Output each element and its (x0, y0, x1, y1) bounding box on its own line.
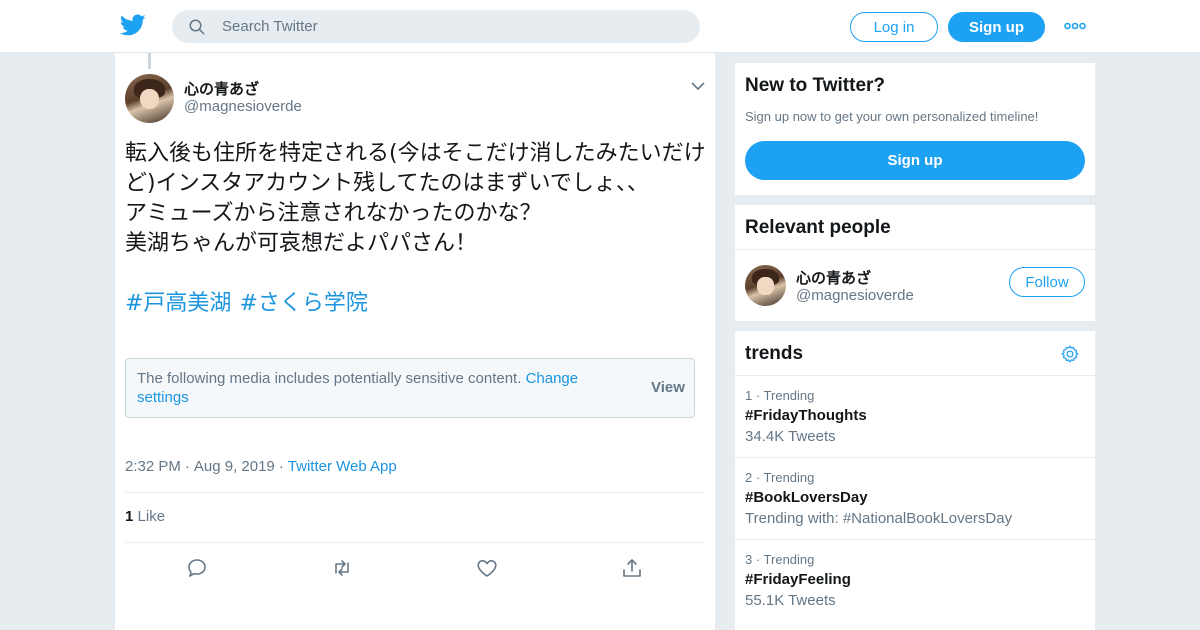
avatar[interactable] (125, 74, 174, 123)
signup-button[interactable]: Sign up (948, 12, 1045, 42)
share-icon[interactable] (620, 556, 644, 580)
sidebar-signup-button[interactable]: Sign up (745, 141, 1085, 180)
trend-item[interactable]: 1 · Trending #FridayThoughts 34.4K Tweet… (735, 375, 1095, 457)
new-to-twitter-title: New to Twitter? (745, 75, 886, 96)
author-name[interactable]: 心の青あざ (184, 78, 259, 99)
retweet-icon[interactable] (330, 556, 354, 580)
person-handle[interactable]: @magnesioverde (796, 287, 914, 304)
tweet-date[interactable]: Aug 9, 2019 (194, 458, 275, 475)
new-to-twitter-subtitle: Sign up now to get your own personalized… (745, 109, 1039, 124)
gear-icon[interactable] (1060, 344, 1080, 364)
person-name[interactable]: 心の青あざ (796, 267, 871, 288)
tweet-hashtags: #戸高美湖 #さくら学院 (125, 289, 376, 319)
search-bar[interactable] (172, 10, 700, 43)
trend-volume: Trending with: #NationalBookLoversDay (745, 510, 1013, 527)
trend-rank: 1 · Trending (745, 388, 815, 403)
avatar[interactable] (745, 265, 786, 306)
trend-rank: 2 · Trending (745, 470, 815, 485)
hashtag-link[interactable]: #さくら学院 (239, 291, 367, 316)
like-icon[interactable] (475, 556, 499, 580)
follow-button[interactable]: Follow (1009, 267, 1085, 297)
divider (125, 542, 705, 543)
view-button[interactable]: View (651, 379, 685, 396)
chevron-down-icon[interactable] (691, 81, 705, 91)
tweet-metadata: 2:32 PM · Aug 9, 2019 · Twitter Web App (125, 458, 397, 475)
twitter-bird-icon[interactable] (120, 12, 146, 38)
divider (735, 249, 1095, 250)
tweet-card: 心の青あざ @magnesioverde 転入後も住所を特定される(今はそこだけ… (115, 53, 715, 630)
more-icon[interactable] (1064, 20, 1086, 32)
tweet-time[interactable]: 2:32 PM (125, 458, 181, 475)
relevant-people-title: Relevant people (745, 217, 891, 238)
relevant-people-card: Relevant people 心の青あざ @magnesioverde Fol… (735, 205, 1095, 321)
hashtag-link[interactable]: #戸高美湖 (125, 291, 231, 316)
search-input[interactable] (222, 10, 682, 43)
sensitive-media-notice: The following media includes potentially… (125, 358, 695, 418)
thread-line (148, 53, 151, 69)
trend-volume: 55.1K Tweets (745, 592, 836, 609)
reply-icon[interactable] (185, 556, 209, 580)
trend-hashtag[interactable]: #FridayThoughts (745, 407, 867, 424)
tweet-source-link[interactable]: Twitter Web App (288, 458, 397, 475)
trend-item[interactable]: 3 · Trending #FridayFeeling 55.1K Tweets (735, 539, 1095, 621)
like-stats[interactable]: 1 Like (125, 508, 165, 525)
top-nav-bar: Log in Sign up (0, 0, 1200, 53)
trends-card: trends 1 · Trending #FridayThoughts 34.4… (735, 331, 1095, 630)
divider (125, 492, 705, 493)
author-handle[interactable]: @magnesioverde (184, 98, 302, 115)
trend-item[interactable]: 2 · Trending #BookLoversDay Trending wit… (735, 457, 1095, 539)
new-to-twitter-card: New to Twitter? Sign up now to get your … (735, 63, 1095, 195)
tweet-text: 転入後も住所を特定される(今はそこだけ消したみたいだけど)インスタアカウント残し… (125, 141, 706, 256)
sensitive-notice-text: The following media includes potentially… (137, 370, 579, 406)
trend-volume: 34.4K Tweets (745, 428, 836, 445)
trends-title: trends (745, 343, 804, 364)
trend-hashtag[interactable]: #FridayFeeling (745, 571, 851, 588)
search-icon (189, 19, 205, 35)
login-button[interactable]: Log in (850, 12, 938, 42)
trend-hashtag[interactable]: #BookLoversDay (745, 489, 868, 506)
trend-rank: 3 · Trending (745, 552, 815, 567)
